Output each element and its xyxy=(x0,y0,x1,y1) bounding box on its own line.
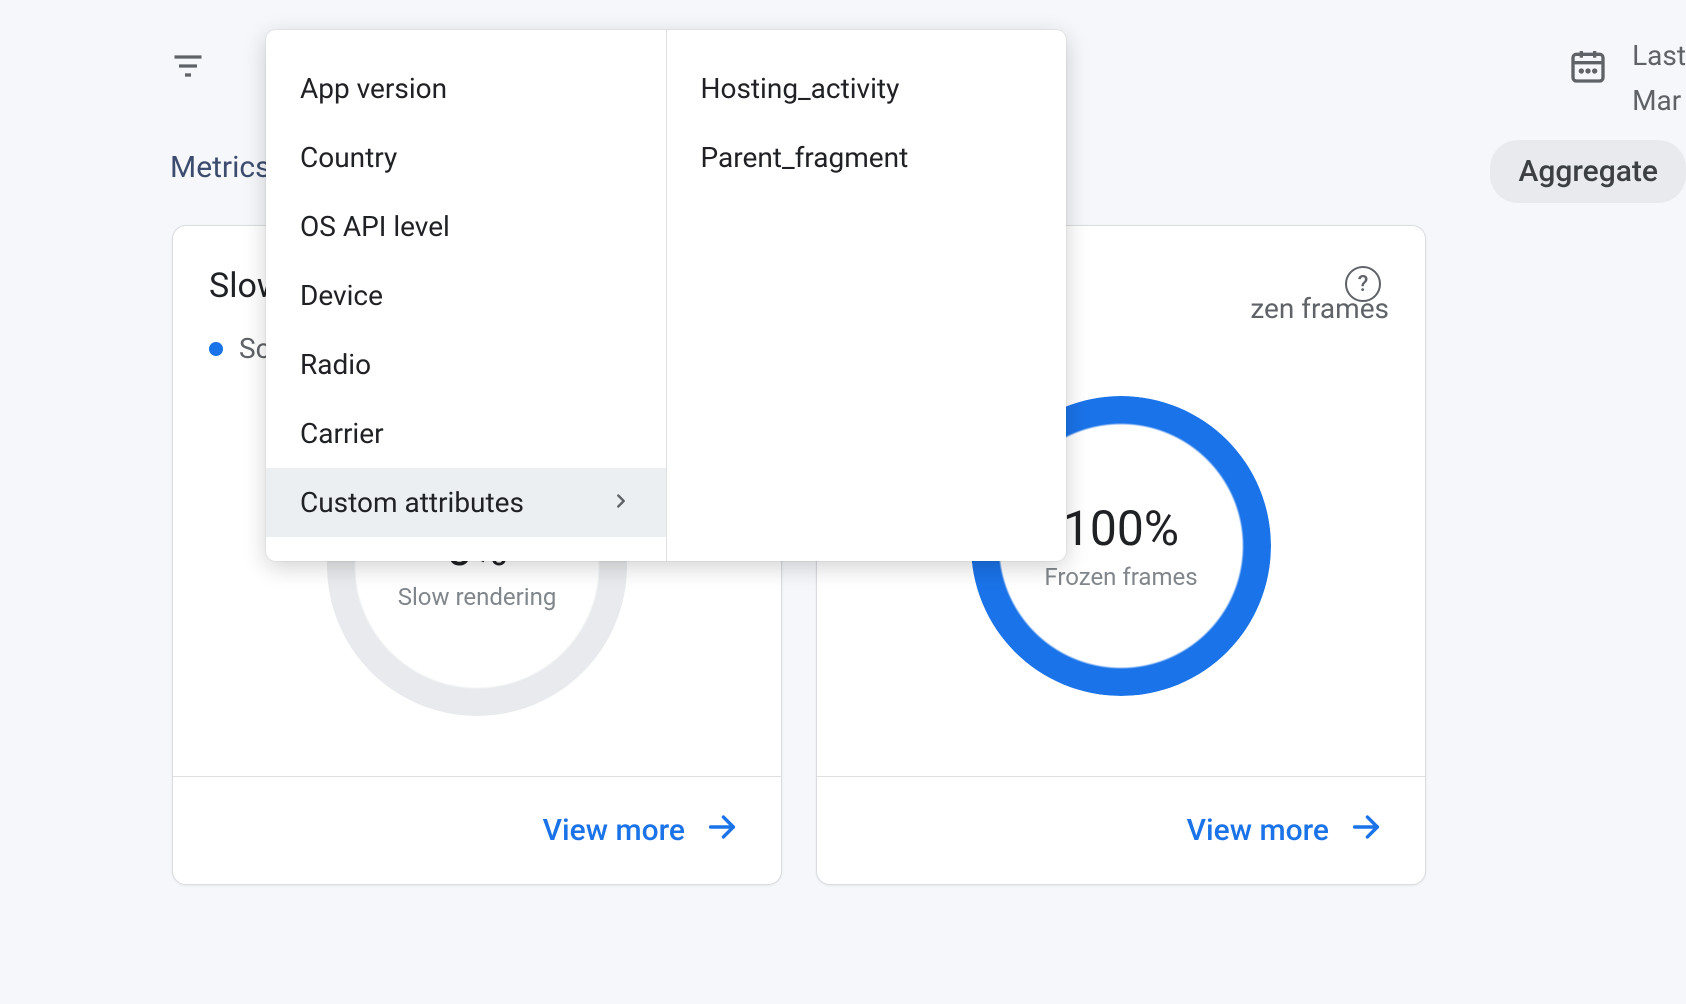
filter-dropdown-col-right: Hosting_activity Parent_fragment xyxy=(667,30,1067,561)
view-more-link[interactable]: View more xyxy=(1187,810,1383,852)
filter-item-custom-attributes[interactable]: Custom attributes xyxy=(266,468,666,537)
filter-item-os-api-level[interactable]: OS API level xyxy=(266,192,666,261)
date-range-text: Last Mar xyxy=(1632,34,1686,124)
filter-item-label: Custom attributes xyxy=(300,486,524,519)
date-line-2: Mar xyxy=(1632,79,1686,124)
filter-dropdown-col-left: App version Country OS API level Device … xyxy=(266,30,667,561)
calendar-icon xyxy=(1568,46,1608,90)
donut-value: 100% xyxy=(1063,500,1179,557)
date-range-area[interactable]: Last Mar xyxy=(1568,34,1686,124)
view-more-label: View more xyxy=(1187,813,1329,848)
arrow-right-icon xyxy=(1349,810,1383,852)
metrics-heading: Metrics xyxy=(170,150,271,185)
arrow-right-icon xyxy=(705,810,739,852)
filter-item-country[interactable]: Country xyxy=(266,123,666,192)
filter-dropdown: App version Country OS API level Device … xyxy=(266,30,1066,561)
help-icon[interactable]: ? xyxy=(1345,266,1381,302)
page-root: Metrics Last Mar Aggregate Slow xyxy=(0,0,1686,88)
view-more-label: View more xyxy=(543,813,685,848)
card-footer: View more xyxy=(173,776,781,884)
donut-sublabel: Frozen frames xyxy=(1044,563,1197,591)
filter-item-carrier[interactable]: Carrier xyxy=(266,399,666,468)
donut-sublabel: Slow rendering xyxy=(398,583,557,611)
filter-subitem-parent-fragment[interactable]: Parent_fragment xyxy=(667,123,1067,192)
filter-item-device[interactable]: Device xyxy=(266,261,666,330)
aggregate-toggle[interactable]: Aggregate xyxy=(1490,140,1686,203)
filter-item-radio[interactable]: Radio xyxy=(266,330,666,399)
legend-dot-icon xyxy=(209,342,223,356)
donut-center: 100% Frozen frames xyxy=(1044,500,1197,591)
filter-item-app-version[interactable]: App version xyxy=(266,54,666,123)
chevron-right-icon xyxy=(610,486,632,519)
card-footer: View more xyxy=(817,776,1425,884)
view-more-link[interactable]: View more xyxy=(543,810,739,852)
filter-subitem-hosting-activity[interactable]: Hosting_activity xyxy=(667,54,1067,123)
date-line-1: Last xyxy=(1632,34,1686,79)
